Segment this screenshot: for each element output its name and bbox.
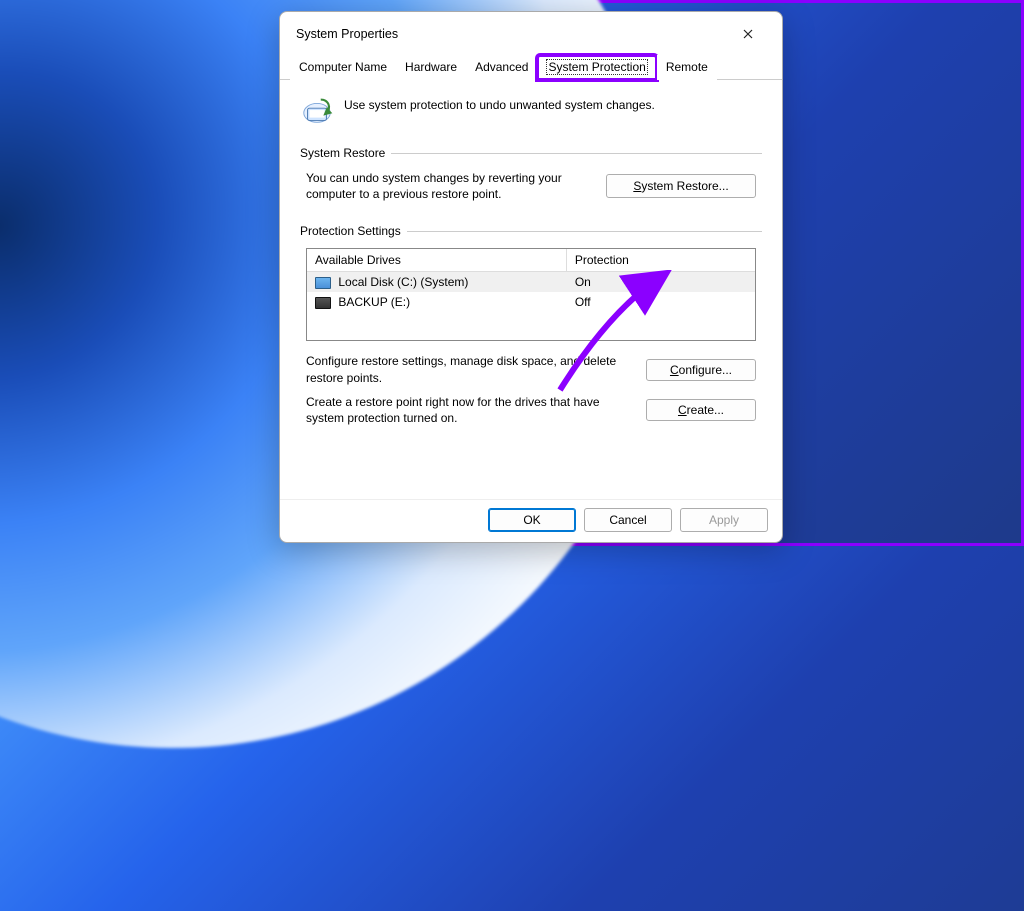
apply-button: Apply [680,508,768,532]
drives-table: Available Drives Protection Local Disk (… [306,248,756,341]
ok-button[interactable]: OK [488,508,576,532]
table-row[interactable]: Local Disk (C:) (System) On [307,272,755,292]
drive-icon [315,277,331,289]
create-description: Create a restore point right now for the… [306,394,626,426]
system-protection-icon [300,94,334,128]
restore-description: You can undo system changes by reverting… [306,170,586,202]
tab-advanced[interactable]: Advanced [466,55,537,80]
table-row[interactable]: BACKUP (E:) Off [307,292,755,312]
tab-remote[interactable]: Remote [657,55,717,80]
group-system-restore: System Restore [300,146,762,160]
system-restore-button[interactable]: System Restore... [606,174,756,198]
system-properties-dialog: System Properties Computer Name Hardware… [279,11,783,543]
tab-hardware[interactable]: Hardware [396,55,466,80]
cancel-button[interactable]: Cancel [584,508,672,532]
tab-system-protection[interactable]: System Protection [537,55,656,80]
window-title: System Properties [296,27,398,41]
drive-icon [315,297,331,309]
group-protection-settings: Protection Settings [300,224,762,238]
titlebar: System Properties [280,12,782,52]
col-header-protection[interactable]: Protection [567,249,755,272]
configure-description: Configure restore settings, manage disk … [306,353,626,385]
configure-button[interactable]: Configure... [646,359,756,381]
col-header-drives[interactable]: Available Drives [307,249,567,272]
intro-text: Use system protection to undo unwanted s… [344,94,655,112]
tab-bar: Computer Name Hardware Advanced System P… [280,54,782,80]
close-button[interactable] [726,20,770,48]
tab-content: Use system protection to undo unwanted s… [280,80,782,499]
tab-computer-name[interactable]: Computer Name [290,55,396,80]
create-button[interactable]: Create... [646,399,756,421]
dialog-footer: OK Cancel Apply [280,499,782,542]
